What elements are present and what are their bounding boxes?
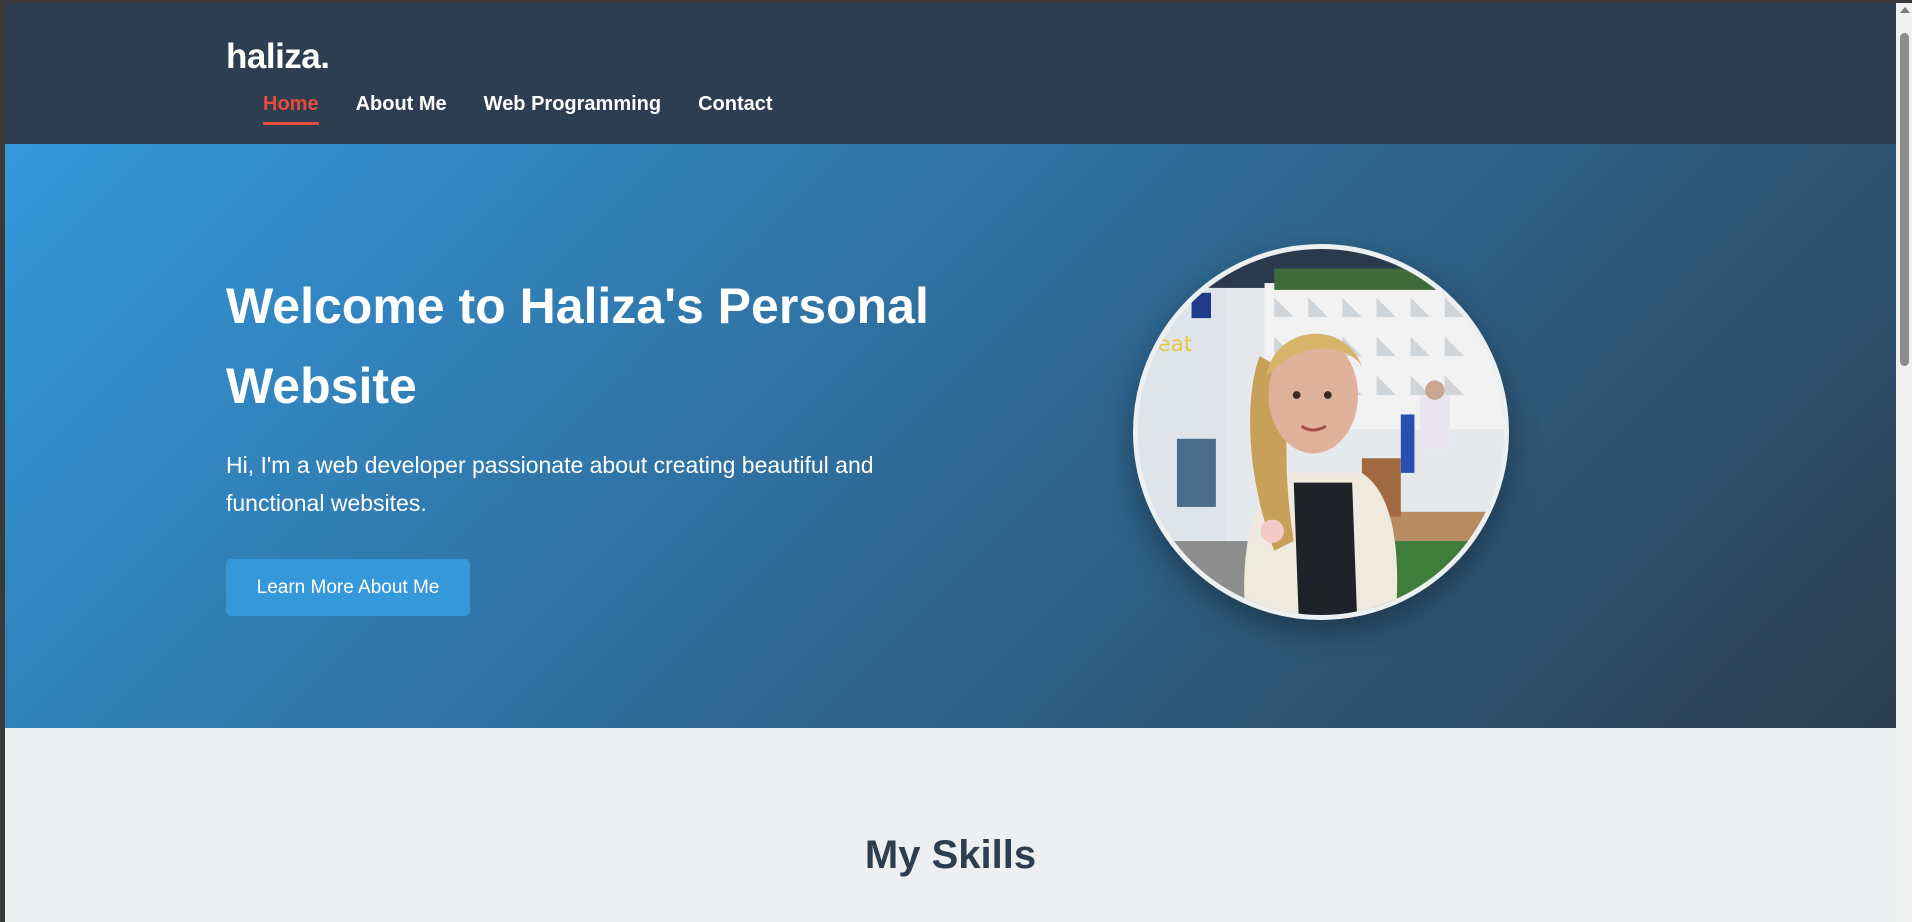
learn-more-button[interactable]: Learn More About Me: [226, 559, 470, 616]
hero-title: Welcome to Haliza's Personal Website: [226, 278, 929, 414]
browser-viewport: haliza. Home About Me Web Programming Co…: [5, 3, 1896, 922]
site-header: haliza. Home About Me Web Programming Co…: [5, 3, 1896, 144]
nav-link-about-me[interactable]: About Me: [356, 93, 447, 125]
main-nav: Home About Me Web Programming Contact: [263, 93, 773, 125]
scrollbar-thumb[interactable]: [1900, 33, 1909, 366]
profile-photo: eat: [1133, 244, 1509, 620]
hero-section: Welcome to Haliza's Personal Website Hi,…: [5, 144, 1896, 728]
hero-subtitle: Hi, I'm a web developer passionate about…: [226, 452, 874, 516]
nav-link-home[interactable]: Home: [263, 93, 319, 125]
nav-link-web-programming[interactable]: Web Programming: [484, 93, 661, 125]
scroll-up-arrow-icon[interactable]: [1900, 7, 1910, 13]
nav-link-contact[interactable]: Contact: [698, 93, 772, 125]
vertical-scrollbar[interactable]: [1896, 3, 1912, 922]
profile-photo-illustration: eat: [1138, 249, 1504, 615]
skills-title: My Skills: [864, 833, 1037, 877]
svg-text:eat: eat: [1157, 332, 1192, 357]
site-logo[interactable]: haliza.: [226, 37, 330, 77]
